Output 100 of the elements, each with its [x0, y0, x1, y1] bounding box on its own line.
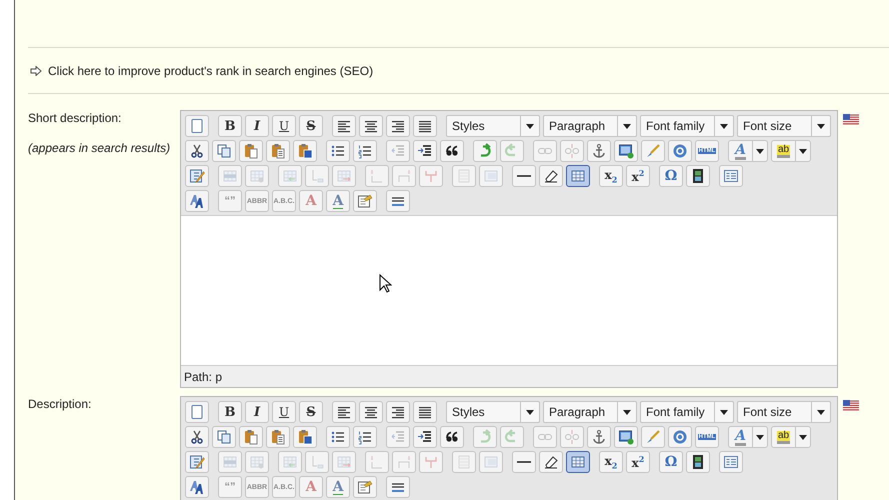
media-button[interactable] [686, 165, 710, 187]
remove-format-button[interactable] [539, 165, 563, 187]
justify-icon [417, 404, 433, 420]
indent-button[interactable] [413, 426, 437, 448]
clipboard-icon [243, 429, 259, 445]
attributes-button[interactable] [353, 476, 377, 498]
undo-button[interactable] [473, 140, 497, 162]
visual-characters-button[interactable] [386, 476, 410, 498]
align-right-button[interactable] [386, 115, 410, 137]
underline-button[interactable]: U [272, 115, 296, 137]
underline-button[interactable]: U [272, 401, 296, 423]
align-center-button[interactable] [359, 115, 383, 137]
numbered-list-button[interactable] [353, 426, 377, 448]
clipboard-document-icon [297, 429, 313, 445]
paste-button[interactable] [239, 426, 263, 448]
edit-page-icon [189, 454, 205, 470]
justify-button[interactable] [413, 115, 437, 137]
anchor-button[interactable] [587, 140, 611, 162]
copy-button[interactable] [212, 140, 236, 162]
align-left-button[interactable] [332, 401, 356, 423]
anchor-icon [591, 429, 607, 445]
toolbar-dropdown[interactable]: Paragraph [543, 115, 637, 137]
template-button[interactable] [719, 165, 743, 187]
toolbar-dropdown[interactable]: Font family [640, 115, 734, 137]
new-document-button[interactable] [185, 115, 209, 137]
visual-characters-button[interactable] [386, 190, 410, 212]
help-button[interactable] [668, 426, 692, 448]
style-properties-button[interactable] [185, 476, 209, 498]
bold-button[interactable]: B [218, 115, 242, 137]
form-icon [723, 454, 739, 470]
template-button[interactable] [719, 451, 743, 473]
image-button[interactable] [614, 426, 638, 448]
caret-icon [526, 410, 534, 414]
copy-icon [216, 143, 232, 159]
attributes-button[interactable] [353, 190, 377, 212]
horizontal-rule-button[interactable] [512, 451, 536, 473]
toolbar-dropdown[interactable]: Paragraph [543, 401, 637, 423]
subscript-button[interactable]: x$_{2}$ [599, 451, 623, 473]
path-text: Path: p [184, 370, 222, 384]
align-center-button[interactable] [359, 401, 383, 423]
seo-link[interactable]: Click here to improve product's rank in search engines (SEO) [48, 64, 374, 78]
special-character-button[interactable]: Ω [659, 451, 683, 473]
brush-icon [645, 143, 661, 159]
caret-icon [623, 124, 631, 128]
caret-icon [799, 434, 807, 440]
row-insert-icon [282, 168, 298, 184]
paste-word-button[interactable] [293, 426, 317, 448]
strikethrough-button[interactable]: S [299, 401, 323, 423]
superscript-button[interactable]: x$^{2}$ [626, 451, 650, 473]
align-left-button[interactable] [332, 115, 356, 137]
toolbar-dropdown[interactable]: Font size [737, 401, 831, 423]
help-button[interactable] [668, 140, 692, 162]
paste-text-button[interactable] [266, 426, 290, 448]
style-properties-button[interactable] [185, 190, 209, 212]
align-right-button[interactable] [386, 401, 410, 423]
brush-icon [645, 429, 661, 445]
justify-button[interactable] [413, 401, 437, 423]
bullet-list-button[interactable] [326, 140, 350, 162]
image-button[interactable] [614, 140, 638, 162]
paste-button[interactable] [239, 140, 263, 162]
scissors-icon [189, 143, 205, 159]
numbered-list-button[interactable] [353, 140, 377, 162]
paste-word-button[interactable] [293, 140, 317, 162]
toolbar-dropdown[interactable]: Font size [737, 115, 831, 137]
edit-style-button[interactable] [185, 165, 209, 187]
toolbar-dropdown[interactable]: Styles [446, 115, 540, 137]
italic-button[interactable]: I [245, 115, 269, 137]
strikethrough-button[interactable]: S [299, 115, 323, 137]
blockquote-button[interactable] [440, 140, 464, 162]
image-icon [618, 429, 634, 445]
split-cells-icon [456, 168, 472, 184]
indent-button[interactable] [413, 140, 437, 162]
new-document-button[interactable] [185, 401, 209, 423]
cut-button[interactable] [185, 140, 209, 162]
film-strip-icon [690, 168, 706, 184]
paste-text-button[interactable] [266, 140, 290, 162]
toolbar-dropdown[interactable]: Styles [446, 401, 540, 423]
film-strip-icon [690, 454, 706, 470]
horizontal-rule-button[interactable] [512, 165, 536, 187]
special-character-button[interactable]: Ω [659, 165, 683, 187]
remove-format-button[interactable] [539, 451, 563, 473]
subscript-button[interactable]: x$_{2}$ [599, 165, 623, 187]
blockquote-button[interactable] [440, 426, 464, 448]
media-button[interactable] [686, 451, 710, 473]
flag-icon[interactable] [843, 114, 859, 125]
flag-icon[interactable] [843, 400, 859, 411]
visual-aid-button[interactable] [566, 165, 590, 187]
copy-button[interactable] [212, 426, 236, 448]
edit-style-button[interactable] [185, 451, 209, 473]
bullet-list-button[interactable] [326, 426, 350, 448]
cut-button[interactable] [185, 426, 209, 448]
bold-button[interactable]: B [218, 401, 242, 423]
anchor-button[interactable] [587, 426, 611, 448]
italic-button[interactable]: I [245, 401, 269, 423]
scissors-icon [189, 429, 205, 445]
superscript-button[interactable]: x$^{2}$ [626, 165, 650, 187]
horizontal-rule-icon [517, 175, 531, 177]
toolbar-dropdown[interactable]: Font family [640, 401, 734, 423]
visual-aid-button[interactable] [566, 451, 590, 473]
table-cell-icon [249, 168, 265, 184]
